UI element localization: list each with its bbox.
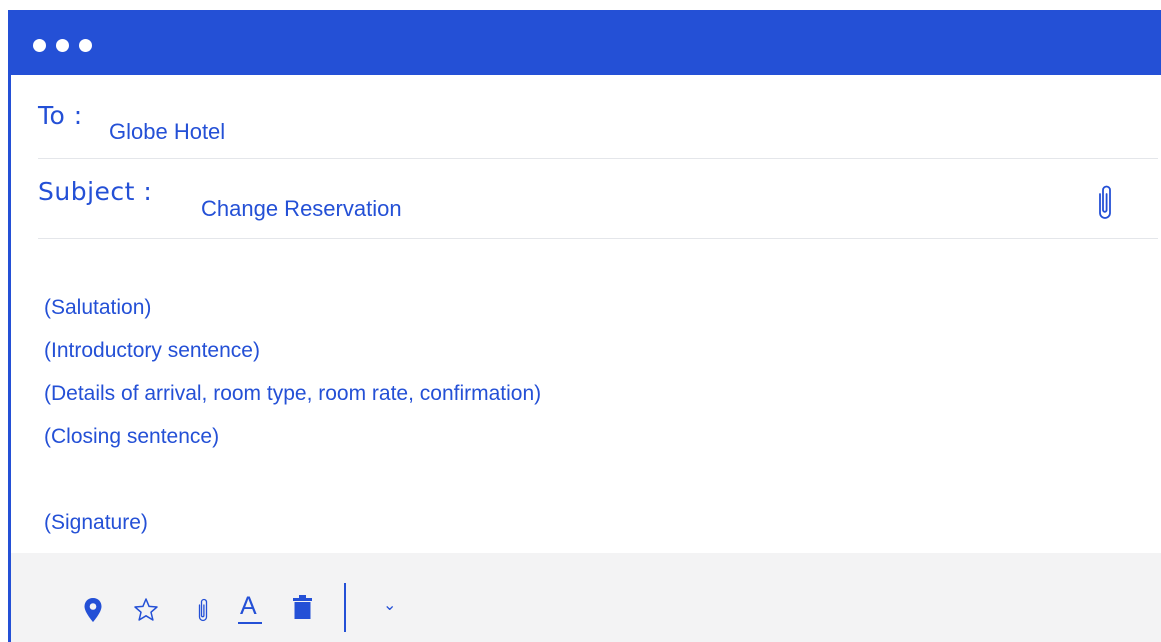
trash-icon[interactable] (292, 594, 313, 620)
star-icon[interactable] (133, 597, 159, 622)
text-color-glyph: A (240, 592, 257, 620)
body-line-blank (44, 458, 541, 501)
chevron-down-icon[interactable]: ⌄ (383, 595, 396, 614)
paperclip-icon[interactable] (196, 597, 210, 623)
to-field[interactable]: Globe Hotel (109, 119, 225, 145)
to-divider (38, 158, 1158, 159)
toolbar-separator (344, 583, 346, 632)
subject-divider (38, 238, 1158, 239)
body-line-signature: (Signature) (44, 511, 148, 534)
body-line-details: (Details of arrival, room type, room rat… (44, 382, 542, 405)
body-line-salutation: (Salutation) (44, 296, 152, 319)
body-line-closing: (Closing sentence) (44, 425, 220, 448)
text-color-icon[interactable]: A (238, 592, 262, 624)
to-label: To : (38, 101, 83, 130)
body-line-intro: (Introductory sentence) (44, 339, 260, 362)
formatting-toolbar: A ⌄ (11, 553, 1161, 642)
email-compose-window: To : Globe Hotel Subject : Change Reserv… (8, 10, 1161, 642)
paperclip-icon[interactable] (1094, 182, 1116, 222)
subject-field[interactable]: Change Reservation (201, 196, 402, 222)
window-control-dot[interactable] (79, 39, 92, 52)
window-control-dot[interactable] (33, 39, 46, 52)
location-pin-icon[interactable] (83, 597, 103, 623)
message-body[interactable]: (Salutation) (Introductory sentence) (De… (44, 286, 541, 544)
window-control-dot[interactable] (56, 39, 69, 52)
subject-label: Subject : (38, 177, 153, 206)
title-bar (8, 10, 1161, 75)
